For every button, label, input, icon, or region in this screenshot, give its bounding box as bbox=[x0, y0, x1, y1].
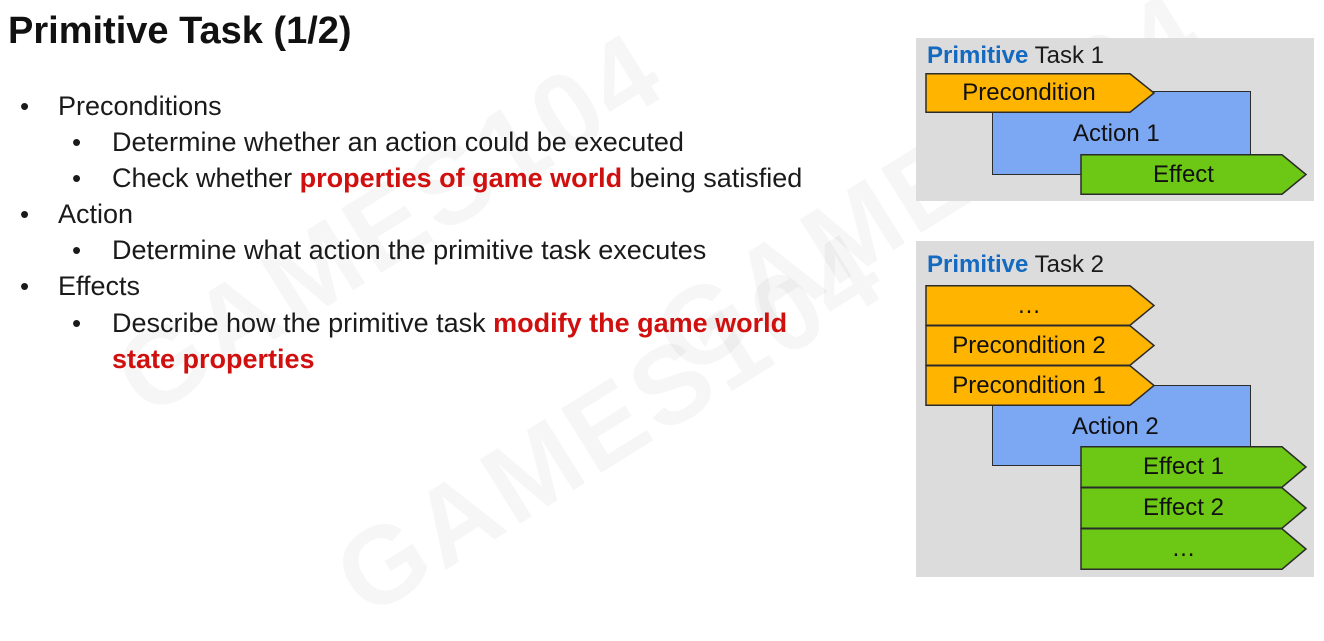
emphasis-text: properties of game world bbox=[299, 163, 623, 193]
action-label: Action 1 bbox=[1073, 120, 1160, 147]
bullet-preconditions: • Preconditions bbox=[20, 90, 222, 122]
bullet-dot: • bbox=[20, 199, 30, 229]
panel-title: Primitive Task 2 bbox=[927, 251, 1104, 279]
primitive-task-1-panel: Primitive Task 1 Action 1 Precondition E… bbox=[916, 38, 1314, 201]
bullet-text: Effects bbox=[58, 271, 141, 301]
bullet-action: • Action bbox=[20, 198, 134, 230]
panel-title-rest: Task 1 bbox=[1028, 42, 1104, 69]
precondition-1-label: Precondition 1 bbox=[952, 371, 1106, 399]
primitive-word: Primitive bbox=[927, 42, 1029, 69]
bullet-text: being satisfied bbox=[622, 163, 803, 193]
bullet-text: Determine what action the primitive task… bbox=[112, 235, 707, 265]
primitive-word: Primitive bbox=[927, 251, 1029, 278]
panel-title-rest: Task 2 bbox=[1028, 251, 1104, 278]
effect-1-label: Effect 1 bbox=[1143, 453, 1224, 480]
bullet-dot: • bbox=[72, 127, 82, 157]
watermark: GAMES104 bbox=[313, 206, 905, 641]
bullet-eff-sub1: • Describe how the primitive task modify… bbox=[72, 307, 788, 339]
bullet-pre-sub2: • Check whether properties of game world… bbox=[72, 162, 803, 194]
bullet-pre-sub1: • Determine whether an action could be e… bbox=[72, 126, 684, 158]
precondition-label: Precondition bbox=[962, 79, 1096, 106]
emphasis-text: modify the game world bbox=[493, 308, 788, 338]
bullet-dot: • bbox=[20, 91, 30, 121]
slide-title: Primitive Task (1/2) bbox=[8, 10, 352, 52]
panel-title: Primitive Task 1 bbox=[927, 42, 1104, 70]
bullet-text: Action bbox=[58, 199, 134, 229]
bullet-text: Preconditions bbox=[58, 91, 222, 121]
bullet-action-sub1: • Determine what action the primitive ta… bbox=[72, 234, 707, 266]
primitive-task-2-panel: Primitive Task 2 Action 2 … Precondition… bbox=[916, 241, 1314, 577]
bullet-eff-sub1-cont: state properties bbox=[112, 343, 315, 375]
bullet-text: Describe how the primitive task bbox=[112, 308, 494, 338]
effect-label: Effect bbox=[1153, 160, 1214, 188]
effect-2-label: Effect 2 bbox=[1143, 494, 1224, 521]
action-label: Action 2 bbox=[1072, 413, 1159, 440]
precondition-more-label: … bbox=[1017, 291, 1041, 319]
precondition-2-label: Precondition 2 bbox=[952, 331, 1106, 359]
bullet-text: Determine whether an action could be exe… bbox=[112, 127, 684, 157]
watermark: GAMES104 bbox=[93, 6, 685, 442]
effect-more-label: … bbox=[1171, 535, 1196, 562]
bullet-dot: • bbox=[72, 308, 82, 338]
emphasis-text: state properties bbox=[112, 344, 315, 374]
bullet-dot: • bbox=[72, 163, 82, 193]
bullet-text: Check whether bbox=[112, 163, 300, 193]
bullet-dot: • bbox=[72, 235, 82, 265]
bullet-dot: • bbox=[20, 271, 30, 301]
bullet-effects: • Effects bbox=[20, 270, 141, 302]
